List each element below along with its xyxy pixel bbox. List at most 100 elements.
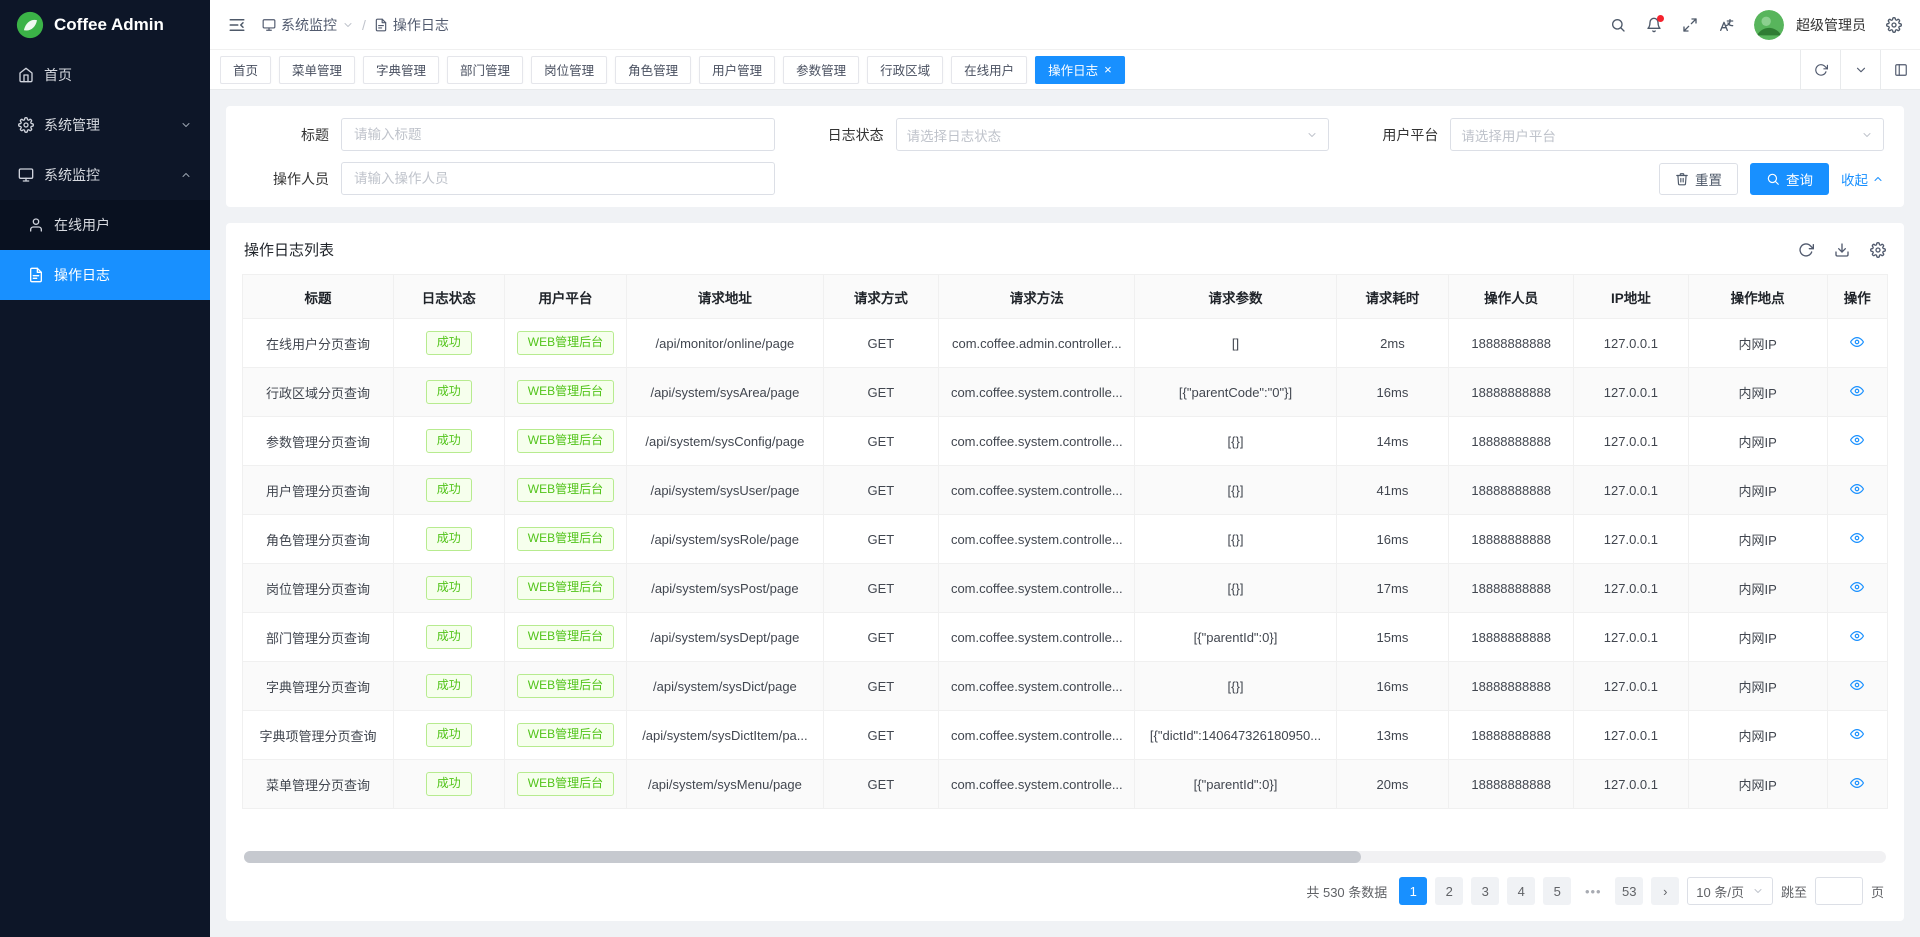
view-detail-button[interactable] — [1850, 482, 1864, 496]
tab-item[interactable]: 用户管理 — [699, 56, 775, 84]
view-detail-button[interactable] — [1850, 335, 1864, 349]
app-logo[interactable]: Coffee Admin — [0, 0, 210, 50]
tab-options-button[interactable] — [1840, 50, 1880, 89]
jump-page-input[interactable] — [1815, 877, 1863, 905]
tab-item[interactable]: 在线用户 — [951, 56, 1027, 84]
global-search-button[interactable] — [1610, 17, 1626, 33]
tab-item[interactable]: 字典管理 — [363, 56, 439, 84]
cell-request-params: [{}] — [1135, 564, 1336, 613]
view-detail-button[interactable] — [1850, 433, 1864, 447]
tab-item[interactable]: 角色管理 — [615, 56, 691, 84]
menu-fold-icon — [228, 16, 246, 34]
export-button[interactable] — [1834, 242, 1850, 258]
tab-label: 字典管理 — [376, 60, 426, 79]
select-placeholder: 请选择用户平台 — [1461, 125, 1861, 145]
refresh-tab-button[interactable] — [1800, 50, 1840, 89]
sidebar-item-system-management[interactable]: 系统管理 — [0, 100, 210, 150]
tab-label: 操作日志 — [1048, 60, 1098, 79]
scrollbar-thumb[interactable] — [244, 851, 1361, 863]
cell-request-function: com.coffee.system.controlle... — [939, 613, 1135, 662]
search-icon — [1766, 172, 1780, 186]
page-button[interactable]: 1 — [1399, 877, 1427, 905]
chevron-down-icon — [342, 19, 354, 31]
platform-badge: WEB管理后台 — [517, 576, 614, 600]
search-button[interactable]: 查询 — [1750, 163, 1829, 195]
breadcrumb-item-system-monitor[interactable]: 系统监控 — [262, 15, 354, 35]
cell-duration: 16ms — [1336, 368, 1449, 417]
fullscreen-button[interactable] — [1682, 17, 1698, 33]
view-detail-button[interactable] — [1850, 384, 1864, 398]
tab-item[interactable]: 参数管理 — [783, 56, 859, 84]
view-detail-button[interactable] — [1850, 580, 1864, 594]
table-toolbar — [1798, 242, 1886, 258]
cell-ip: 127.0.0.1 — [1574, 613, 1689, 662]
page-size-select[interactable]: 10 条/页 — [1687, 877, 1773, 905]
tab-item[interactable]: 菜单管理 — [279, 56, 355, 84]
monitor-icon — [18, 167, 34, 183]
cell-location: 内网IP — [1688, 417, 1827, 466]
pagination-ellipsis[interactable]: ••• — [1579, 877, 1607, 905]
title-input[interactable] — [341, 118, 775, 151]
operator-input[interactable] — [341, 162, 775, 195]
status-badge: 成功 — [426, 576, 472, 600]
settings-button[interactable] — [1886, 17, 1902, 33]
tab-item[interactable]: 行政区域 — [867, 56, 943, 84]
menu-fold-button[interactable] — [228, 16, 246, 34]
status-badge: 成功 — [426, 723, 472, 747]
page-button[interactable]: 53 — [1615, 877, 1643, 905]
reset-button[interactable]: 重置 — [1659, 163, 1738, 195]
status-badge: 成功 — [426, 625, 472, 649]
tab-item[interactable]: 首页 — [220, 56, 271, 84]
tab-item[interactable]: 部门管理 — [447, 56, 523, 84]
log-status-select[interactable]: 请选择日志状态 — [896, 118, 1330, 151]
page-button[interactable]: 5 — [1543, 877, 1571, 905]
view-detail-button[interactable] — [1850, 776, 1864, 790]
trash-icon — [1675, 172, 1689, 186]
view-detail-button[interactable] — [1850, 678, 1864, 692]
cell-title: 字典项管理分页查询 — [243, 711, 394, 760]
page-button[interactable]: 2 — [1435, 877, 1463, 905]
username[interactable]: 超级管理员 — [1796, 15, 1866, 35]
view-detail-button[interactable] — [1850, 629, 1864, 643]
jump-suffix-label: 页 — [1871, 882, 1884, 901]
horizontal-scrollbar[interactable] — [244, 851, 1886, 863]
user-platform-select[interactable]: 请选择用户平台 — [1450, 118, 1884, 151]
tab-item[interactable]: 岗位管理 — [531, 56, 607, 84]
table-row: 参数管理分页查询成功WEB管理后台/api/system/sysConfig/p… — [243, 417, 1888, 466]
tabbar-actions — [1800, 50, 1920, 89]
cell-request-function: com.coffee.system.controlle... — [939, 711, 1135, 760]
home-icon — [18, 67, 34, 83]
close-icon[interactable]: × — [1104, 63, 1112, 76]
cell-location: 内网IP — [1688, 613, 1827, 662]
cell-request-url: /api/system/sysDict/page — [627, 662, 823, 711]
sidebar-item-system-monitor[interactable]: 系统监控 — [0, 150, 210, 200]
language-button[interactable] — [1718, 17, 1734, 33]
collapse-toggle[interactable]: 收起 — [1841, 169, 1884, 189]
tab-item[interactable]: 操作日志 × — [1035, 56, 1125, 84]
sidebar-item-online-users[interactable]: 在线用户 — [0, 200, 210, 250]
cell-request-params: [{"parentCode":"0"}] — [1135, 368, 1336, 417]
next-page-button[interactable]: › — [1651, 877, 1679, 905]
view-detail-button[interactable] — [1850, 727, 1864, 741]
column-settings-button[interactable] — [1870, 242, 1886, 258]
platform-badge: WEB管理后台 — [517, 625, 614, 649]
view-detail-button[interactable] — [1850, 531, 1864, 545]
platform-badge: WEB管理后台 — [517, 527, 614, 551]
filter-spacer — [801, 162, 1330, 195]
avatar[interactable] — [1754, 10, 1784, 40]
platform-badge: WEB管理后台 — [517, 429, 614, 453]
table-row: 用户管理分页查询成功WEB管理后台/api/system/sysUser/pag… — [243, 466, 1888, 515]
content-fullscreen-button[interactable] — [1880, 50, 1920, 89]
refresh-table-button[interactable] — [1798, 242, 1814, 258]
cell-title: 用户管理分页查询 — [243, 466, 394, 515]
filter-panel: 标题 日志状态 请选择日志状态 用户平台 请选择用户平台 — [226, 106, 1904, 207]
sidebar-item-operation-log[interactable]: 操作日志 — [0, 250, 210, 300]
breadcrumb-item-operation-log[interactable]: 操作日志 — [374, 15, 449, 35]
page-button[interactable]: 4 — [1507, 877, 1535, 905]
cell-ip: 127.0.0.1 — [1574, 760, 1689, 809]
cell-title: 行政区域分页查询 — [243, 368, 394, 417]
cell-request-url: /api/system/sysConfig/page — [627, 417, 823, 466]
page-button[interactable]: 3 — [1471, 877, 1499, 905]
notifications-button[interactable] — [1646, 17, 1662, 33]
sidebar-item-home[interactable]: 首页 — [0, 50, 210, 100]
